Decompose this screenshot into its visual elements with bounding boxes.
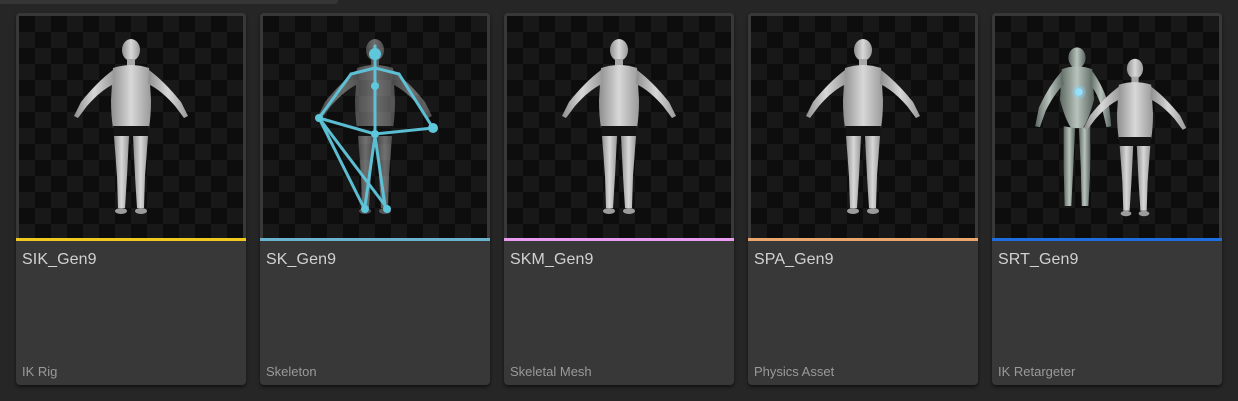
asset-tile-sik-gen9[interactable]: SIK_Gen9 IK Rig	[16, 13, 246, 385]
mannequin-thumbnail-icon	[507, 16, 731, 240]
asset-name: SPA_Gen9	[754, 251, 834, 268]
asset-type-label: IK Retargeter	[998, 364, 1076, 379]
asset-name: SK_Gen9	[266, 251, 337, 268]
asset-type-label: IK Rig	[22, 364, 58, 379]
asset-type-color-bar	[260, 238, 490, 241]
retarget-thumbnail-icon	[995, 16, 1219, 240]
skeleton-thumbnail-icon	[263, 16, 487, 240]
asset-grid: SIK_Gen9 IK Rig SK_Gen9 Skeleton SKM_Gen…	[16, 13, 1222, 385]
top-scroll-strip	[0, 0, 338, 4]
asset-name: SRT_Gen9	[998, 251, 1079, 268]
asset-type-color-bar	[992, 238, 1222, 241]
asset-type-label: Skeleton	[266, 364, 317, 379]
asset-type-color-bar	[16, 238, 246, 241]
asset-tile-sk-gen9[interactable]: SK_Gen9 Skeleton	[260, 13, 490, 385]
asset-name: SIK_Gen9	[22, 251, 97, 268]
asset-name: SKM_Gen9	[510, 251, 594, 268]
mannequin-thumbnail-icon	[19, 16, 243, 240]
asset-type-color-bar	[504, 238, 734, 241]
asset-type-color-bar	[748, 238, 978, 241]
asset-tile-srt-gen9[interactable]: SRT_Gen9 IK Retargeter	[992, 13, 1222, 385]
asset-tile-skm-gen9[interactable]: SKM_Gen9 Skeletal Mesh	[504, 13, 734, 385]
asset-tile-spa-gen9[interactable]: SPA_Gen9 Physics Asset	[748, 13, 978, 385]
asset-type-label: Physics Asset	[754, 364, 835, 379]
asset-type-label: Skeletal Mesh	[510, 364, 592, 379]
mannequin-thumbnail-icon	[751, 16, 975, 240]
